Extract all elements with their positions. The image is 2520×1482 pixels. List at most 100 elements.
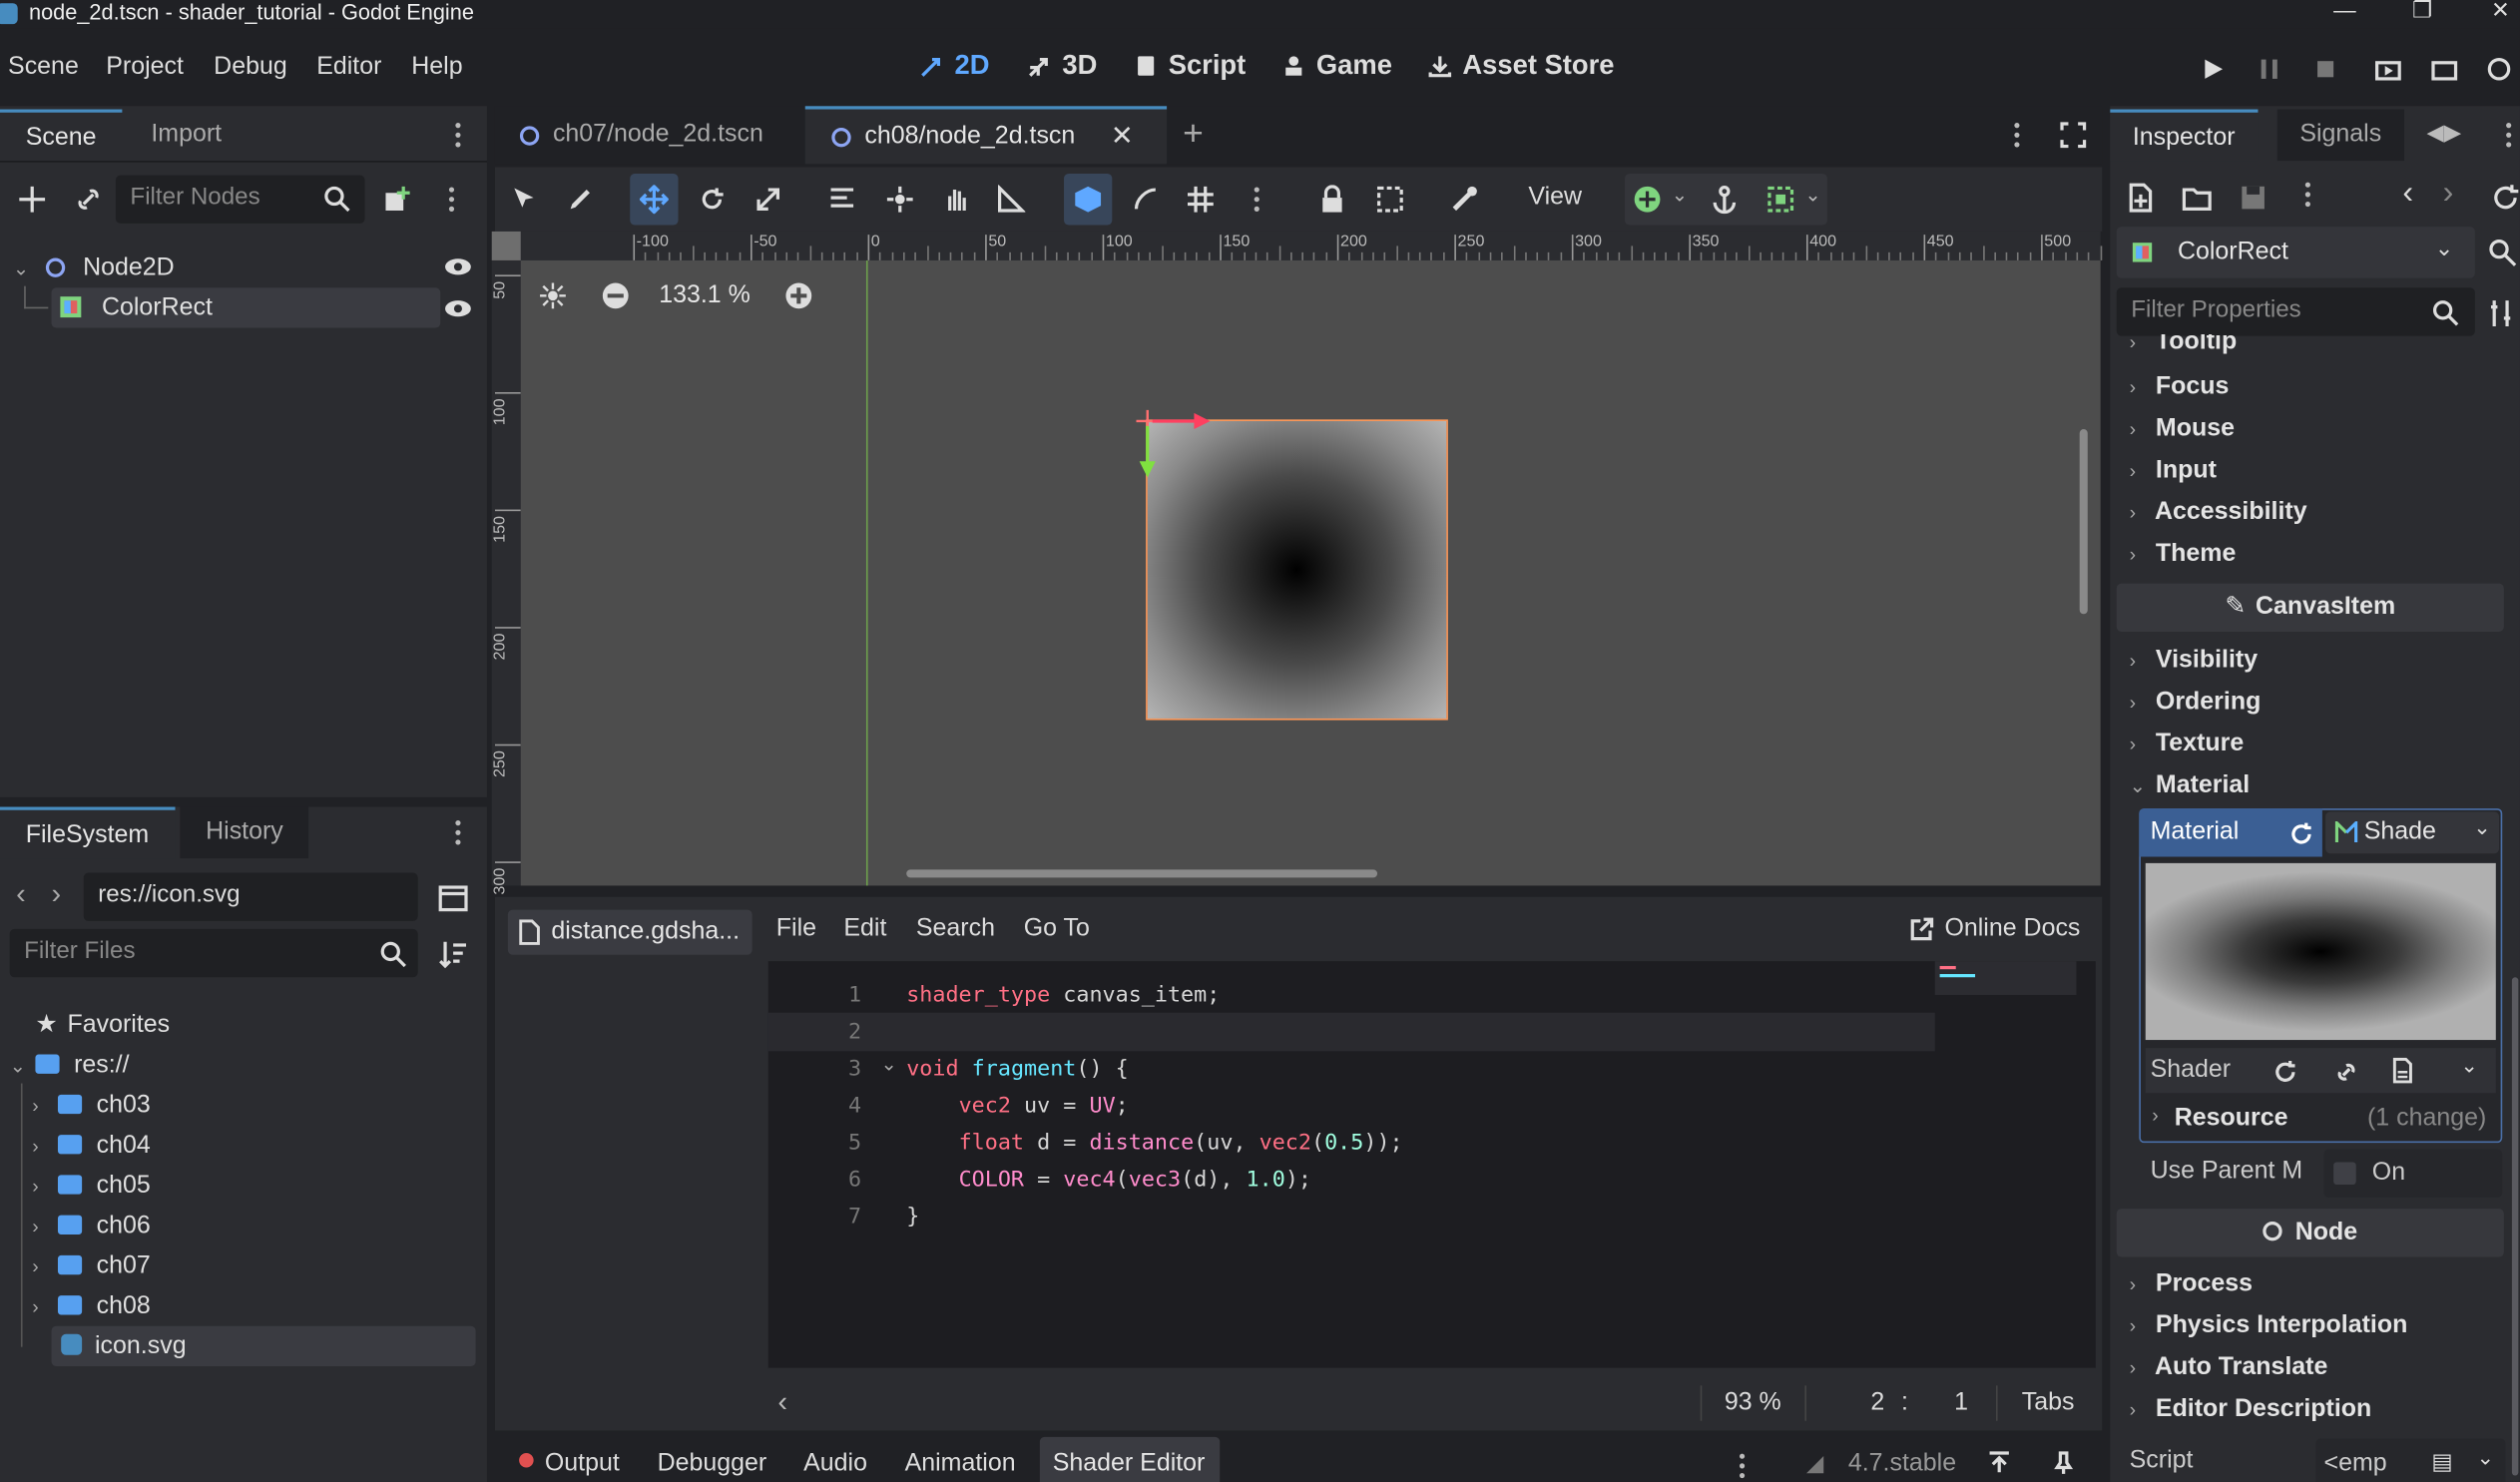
- visibility-eye-icon[interactable]: [443, 257, 472, 276]
- workspace-2d-button[interactable]: 2D: [919, 50, 990, 82]
- inspector-options-icon[interactable]: [2304, 182, 2310, 208]
- instantiate-scene-icon[interactable]: [381, 184, 413, 216]
- chevron-right-icon[interactable]: ›: [32, 1287, 58, 1327]
- filter-files-input[interactable]: Filter Files: [9, 928, 418, 978]
- workspace-script-button[interactable]: Script: [1133, 50, 1246, 82]
- section-auto-translate[interactable]: › Auto Translate: [2130, 1353, 2328, 1382]
- play-icon[interactable]: [2199, 55, 2228, 84]
- bell-icon[interactable]: ◢: [1806, 1450, 1823, 1477]
- tab-import[interactable]: Import: [126, 110, 248, 162]
- snap-options-icon[interactable]: [1132, 185, 1161, 214]
- more-icon[interactable]: [455, 819, 461, 845]
- vertical-scrollbar[interactable]: [2079, 429, 2088, 615]
- tab-scene[interactable]: Scene: [0, 109, 123, 162]
- history-forward-icon[interactable]: ›: [2443, 176, 2454, 213]
- link-icon[interactable]: [72, 184, 104, 216]
- select-tool-icon[interactable]: [509, 185, 538, 214]
- expand-panel-icon[interactable]: [1986, 1450, 2012, 1476]
- chevron-down-icon[interactable]: ⌄: [1804, 184, 1820, 207]
- object-history-icon[interactable]: [2489, 182, 2520, 214]
- folder-ch05[interactable]: › ch05: [32, 1166, 151, 1206]
- code-zoom[interactable]: 93 %: [1725, 1389, 1781, 1418]
- stop-icon[interactable]: [2311, 55, 2340, 84]
- shader-file-icon[interactable]: [2390, 1057, 2416, 1084]
- shader-menu-edit[interactable]: Edit: [843, 914, 886, 943]
- menu-editor[interactable]: Editor: [316, 53, 381, 82]
- restore-icon[interactable]: ❐: [2412, 0, 2432, 24]
- play-custom-scene-icon[interactable]: [2430, 55, 2459, 84]
- dock-move-left-icon[interactable]: ◀▶: [2427, 119, 2462, 146]
- section-process[interactable]: › Process: [2130, 1269, 2253, 1298]
- back-icon[interactable]: ‹: [16, 877, 26, 911]
- y-axis-gizmo-icon[interactable]: [1136, 425, 1159, 481]
- section-physics-interpolation[interactable]: › Physics Interpolation: [2130, 1311, 2408, 1340]
- split-view-icon[interactable]: [437, 882, 469, 914]
- section-mouse[interactable]: › Mouse: [2130, 415, 2235, 444]
- lock-icon[interactable]: [1317, 185, 1346, 214]
- shader-file-tab[interactable]: distance.gdsha...: [507, 909, 753, 955]
- folder-ch04[interactable]: › ch04: [32, 1125, 151, 1165]
- more-icon[interactable]: [2505, 122, 2512, 148]
- folder-ch06[interactable]: › ch06: [32, 1206, 151, 1245]
- snap-menu-icon[interactable]: [1254, 187, 1260, 213]
- toggle-scripts-panel-icon[interactable]: ‹: [777, 1385, 787, 1419]
- open-folder-icon[interactable]: [2181, 182, 2213, 214]
- checkbox-icon[interactable]: [2333, 1162, 2356, 1186]
- section-editor-description[interactable]: › Editor Description: [2130, 1395, 2372, 1424]
- grid-snap-icon[interactable]: [1186, 185, 1215, 214]
- use-parent-material-toggle[interactable]: On: [2323, 1149, 2503, 1198]
- add-tab-icon[interactable]: +: [1183, 113, 1204, 155]
- folder-ch07[interactable]: › ch07: [32, 1245, 151, 1285]
- skeleton-icon[interactable]: [1449, 185, 1478, 214]
- indent-mode[interactable]: Tabs: [2022, 1389, 2075, 1418]
- tab-debugger[interactable]: Debugger: [658, 1450, 767, 1479]
- tab-filesystem[interactable]: FileSystem: [0, 806, 175, 859]
- script-picker[interactable]: <emp ▤ ⌄: [2315, 1438, 2506, 1482]
- close-tab-icon[interactable]: ✕: [1111, 121, 1134, 153]
- canvas-viewport[interactable]: 133.1 %: [520, 259, 2101, 886]
- pin-icon[interactable]: [2051, 1450, 2077, 1476]
- scene-tab-ch07[interactable]: ch07/node_2d.tscn: [495, 106, 787, 164]
- zoom-in-icon[interactable]: [784, 281, 813, 310]
- link-icon[interactable]: [2333, 1059, 2359, 1085]
- code-minimap[interactable]: [1934, 961, 2077, 995]
- group-icon[interactable]: [1375, 185, 1404, 214]
- chevron-right-icon[interactable]: ›: [32, 1127, 58, 1167]
- pan-tool-icon[interactable]: [942, 185, 971, 214]
- scene-options-icon[interactable]: [448, 187, 455, 213]
- online-docs-button[interactable]: Online Docs: [1909, 914, 2080, 943]
- menu-project[interactable]: Project: [106, 53, 184, 82]
- chevron-right-icon[interactable]: ›: [32, 1087, 58, 1127]
- folder-root[interactable]: ⌄ res://: [10, 1045, 130, 1085]
- section-visibility[interactable]: › Visibility: [2130, 646, 2258, 675]
- save-icon[interactable]: [2238, 182, 2269, 214]
- bottom-panel-menu-icon[interactable]: [1739, 1453, 1746, 1479]
- resource-subsection[interactable]: › Resource (1 change): [2152, 1098, 2496, 1140]
- inspector-scrollbar[interactable]: [2511, 977, 2519, 1476]
- movie-maker-icon[interactable]: [2485, 55, 2514, 84]
- section-input[interactable]: › Input: [2130, 456, 2217, 485]
- anchor-icon[interactable]: [1710, 185, 1739, 215]
- fold-chevron-icon[interactable]: ⌄: [880, 1053, 896, 1076]
- object-properties-icon[interactable]: [2488, 238, 2517, 266]
- horizontal-scrollbar[interactable]: [906, 869, 1378, 878]
- add-node-icon[interactable]: [16, 184, 48, 216]
- expand-chevron-icon[interactable]: ⌄: [10, 1047, 36, 1087]
- folder-ch03[interactable]: › ch03: [32, 1085, 151, 1125]
- close-window-icon[interactable]: ✕: [2491, 0, 2510, 24]
- scene-tab-ch08[interactable]: ch08/node_2d.tscn ✕: [804, 106, 1168, 165]
- tab-animation[interactable]: Animation: [905, 1450, 1016, 1479]
- tab-inspector[interactable]: Inspector: [2110, 109, 2259, 162]
- add-circle-icon[interactable]: [1633, 185, 1662, 214]
- workspace-asset-store-button[interactable]: Asset Store: [1427, 50, 1615, 82]
- distraction-free-icon[interactable]: [2059, 121, 2088, 150]
- category-canvasitem[interactable]: ✎ CanvasItem: [2116, 583, 2504, 632]
- category-node[interactable]: Node: [2116, 1209, 2504, 1257]
- forward-icon[interactable]: ›: [52, 877, 62, 911]
- chevron-right-icon[interactable]: ›: [32, 1208, 58, 1247]
- section-ordering[interactable]: › Ordering: [2130, 688, 2262, 717]
- chevron-right-icon[interactable]: ›: [32, 1247, 58, 1287]
- object-selector[interactable]: ColorRect ⌄: [2116, 227, 2475, 278]
- property-tools-icon[interactable]: [2488, 297, 2520, 329]
- tab-audio[interactable]: Audio: [803, 1450, 867, 1479]
